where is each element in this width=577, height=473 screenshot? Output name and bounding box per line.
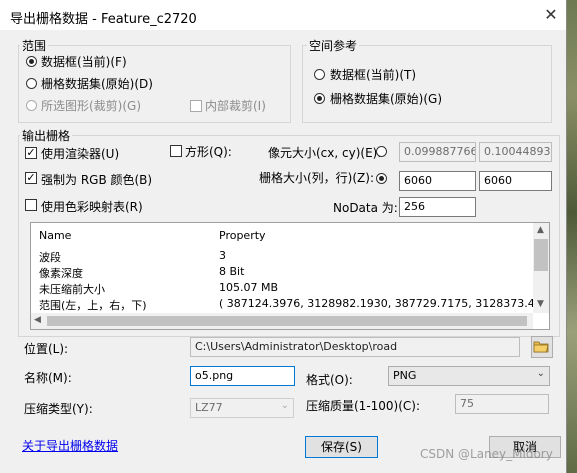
- sr-raster-label: 栅格数据集(原始)(G): [330, 92, 443, 106]
- cell-size-x-input[interactable]: 0.0998877665: [399, 142, 476, 162]
- spatial-ref-group-label: 空间参考: [307, 37, 360, 54]
- scroll-thumb-horizontal[interactable]: [47, 316, 527, 326]
- cell-size-radio[interactable]: [376, 146, 387, 157]
- nodata-label: NoData 为:: [333, 201, 398, 215]
- extent-selected-graphic-radio[interactable]: [26, 100, 37, 111]
- sr-dataframe-label: 数据框(当前)(T): [330, 68, 417, 82]
- close-button[interactable]: ✕: [540, 4, 562, 26]
- raster-cols-input[interactable]: 6060: [399, 171, 476, 191]
- sr-raster-radio[interactable]: [314, 93, 325, 104]
- list-header-property: Property: [219, 229, 266, 242]
- nodata-input[interactable]: 256: [399, 197, 476, 217]
- save-button[interactable]: 保存(S): [305, 436, 378, 458]
- force-rgb-checkbox[interactable]: ✓: [25, 172, 37, 184]
- scroll-up-icon[interactable]: ▲: [537, 225, 544, 235]
- folder-icon: [533, 341, 549, 353]
- format-select[interactable]: PNG ⌄: [388, 366, 550, 386]
- list-item-value: 105.07 MB: [219, 281, 279, 294]
- compression-label: 压缩类型(Y):: [24, 402, 93, 416]
- square-checkbox[interactable]: [170, 145, 182, 157]
- raster-rows-input[interactable]: 6060: [479, 171, 552, 191]
- sr-dataframe-radio[interactable]: [314, 69, 325, 80]
- extent-raster-radio[interactable]: [26, 78, 37, 89]
- list-item-name: 未压缩前大小: [39, 283, 105, 296]
- force-rgb-label: 强制为 RGB 颜色(B): [41, 173, 153, 187]
- list-item-value: 3: [219, 249, 226, 262]
- location-input[interactable]: C:\Users\Administrator\Desktop\road: [190, 337, 520, 357]
- format-value: PNG: [393, 369, 417, 382]
- list-horizontal-scrollbar[interactable]: ◀: [31, 313, 533, 329]
- extent-raster-label: 栅格数据集(原始)(D): [41, 77, 153, 91]
- chevron-down-icon: ⌄: [536, 368, 545, 379]
- cell-size-label: 像元大小(cx, cy)(E):: [268, 146, 382, 160]
- window-title: 导出栅格数据 - Feature_c2720: [10, 12, 197, 27]
- clip-inside-label: 内部裁剪(I): [205, 99, 266, 113]
- cell-size-y-input[interactable]: 0.1004489337: [479, 142, 552, 162]
- list-item-name: 像素深度: [39, 267, 83, 280]
- scroll-down-icon[interactable]: ▼: [537, 299, 544, 309]
- list-vertical-scrollbar[interactable]: ▲ ▼: [533, 223, 549, 313]
- colormap-checkbox[interactable]: [25, 199, 37, 211]
- list-header-name: Name: [39, 229, 72, 242]
- export-raster-dialog: 导出栅格数据 - Feature_c2720 ✕ 范围 数据框(当前)(F) 栅…: [0, 0, 567, 473]
- colormap-label: 使用色彩映射表(R): [41, 200, 143, 214]
- watermark: CSDN @Laney_Midory: [420, 447, 553, 461]
- clip-inside-checkbox[interactable]: [190, 100, 202, 112]
- raster-size-label: 栅格大小(列，行)(Z):: [259, 171, 374, 185]
- list-item-value: ( 387124.3976, 3128982.1930, 387729.7175…: [219, 297, 550, 310]
- location-label: 位置(L):: [24, 342, 69, 356]
- list-item-name: 范围(左，上，右，下): [39, 299, 147, 312]
- quality-input[interactable]: 75: [455, 394, 549, 414]
- name-input[interactable]: o5.png: [190, 366, 295, 386]
- raster-size-radio[interactable]: [376, 173, 387, 184]
- scroll-left-icon[interactable]: ◀: [34, 315, 41, 325]
- chevron-down-icon: ⌄: [280, 400, 289, 411]
- help-link[interactable]: 关于导出栅格数据: [22, 437, 118, 454]
- use-renderer-label: 使用渲染器(U): [41, 147, 120, 161]
- list-item-name: 波段: [39, 251, 61, 264]
- list-item-value: 8 Bit: [219, 265, 245, 278]
- quality-label: 压缩质量(1-100)(C):: [306, 399, 421, 413]
- output-raster-group-label: 输出栅格: [20, 127, 73, 144]
- compression-select[interactable]: LZ77 ⌄: [190, 398, 294, 418]
- scroll-thumb[interactable]: [534, 239, 548, 271]
- format-label: 格式(O):: [306, 373, 353, 387]
- spatial-ref-group: [302, 45, 552, 123]
- extent-selected-graphic-label: 所选图形(裁剪)(G): [41, 99, 142, 113]
- extent-dataframe-radio[interactable]: [26, 56, 37, 67]
- square-label: 方形(Q):: [185, 145, 232, 159]
- name-label: 名称(M):: [24, 371, 72, 385]
- compression-value: LZ77: [195, 401, 223, 414]
- use-renderer-checkbox[interactable]: ✓: [25, 147, 37, 159]
- title-bar[interactable]: 导出栅格数据 - Feature_c2720 ✕: [0, 0, 566, 30]
- extent-group-label: 范围: [20, 37, 49, 54]
- extent-dataframe-label: 数据框(当前)(F): [41, 55, 127, 69]
- browse-folder-button[interactable]: [531, 336, 553, 358]
